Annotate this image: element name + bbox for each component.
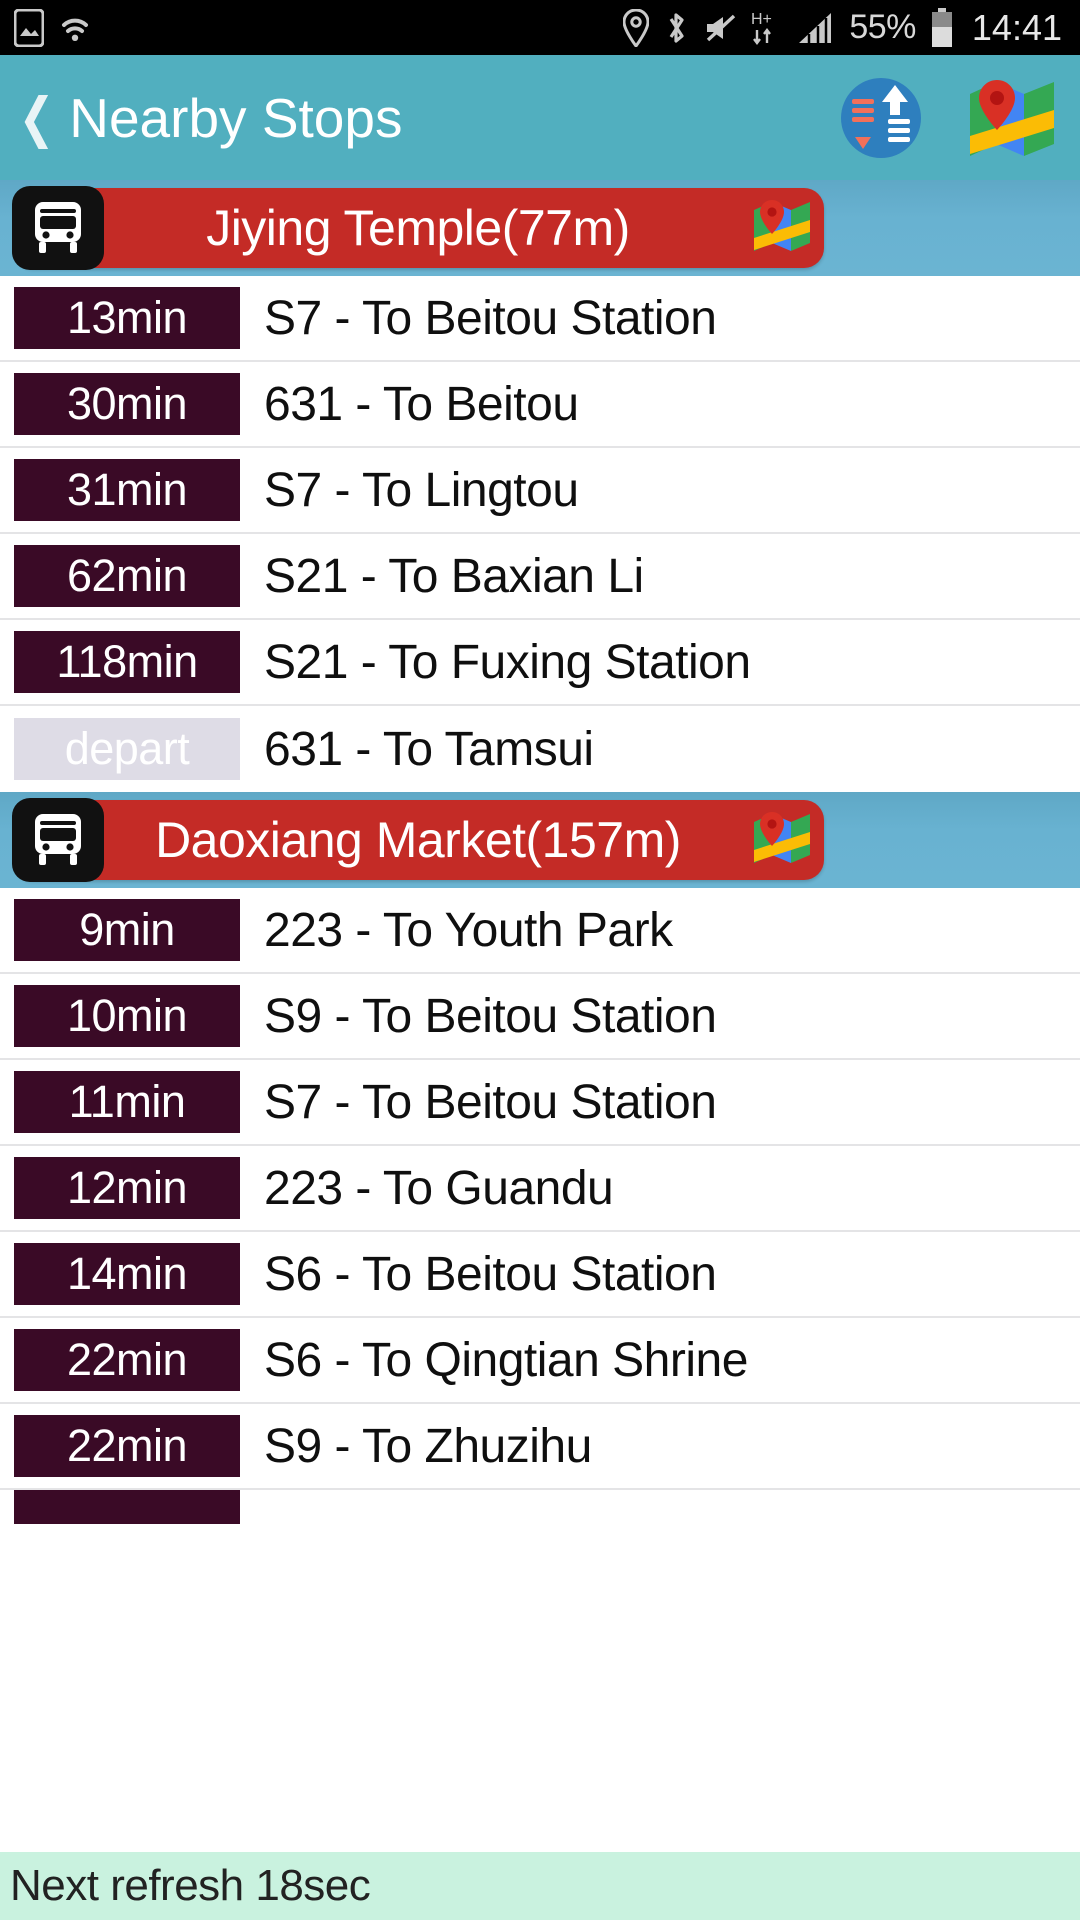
route-destination-label: S9 - To Beitou Station [264,989,717,1043]
map-icon[interactable] [970,78,1054,158]
arrival-row[interactable]: 12min 223 - To Guandu [0,1146,1080,1232]
stop-map-icon[interactable] [754,199,810,258]
arrival-time-badge [14,1490,240,1524]
arrival-time-badge: 62min [14,545,240,607]
battery-icon [930,7,954,48]
arrival-time-badge: 22min [14,1415,240,1477]
route-destination-label: S21 - To Baxian Li [264,549,644,603]
arrival-time-badge: 22min [14,1329,240,1391]
bus-icon [12,798,104,882]
stop-map-icon[interactable] [754,811,810,870]
svg-text:H+: H+ [751,11,772,28]
arrival-time-badge: 13min [14,287,240,349]
stop-group-header[interactable]: Daoxiang Market(157m) [0,792,1080,888]
location-pin-icon [623,8,650,47]
arrival-time-badge: depart [14,718,240,780]
status-bar-right-icons: H+ 55% 14:41 [623,7,1062,49]
arrival-time-badge: 11min [14,1071,240,1133]
route-destination-label: S7 - To Beitou Station [264,291,717,345]
arrival-row[interactable]: 30min 631 - To Beitou [0,362,1080,448]
arrival-time-badge: 9min [14,899,240,961]
route-destination-label: S6 - To Beitou Station [264,1247,717,1301]
app-bar-actions [838,75,1054,161]
refresh-status-bar: Next refresh 18sec [0,1852,1080,1920]
hplus-data-icon: H+ [751,8,783,48]
mute-icon [703,13,737,43]
screenshot-icon [14,8,44,47]
status-bar: H+ 55% 14:41 [0,0,1080,55]
route-destination-label: 631 - To Tamsui [264,722,594,776]
chevron-left-icon: ❮ [18,87,55,148]
arrival-row[interactable]: 10min S9 - To Beitou Station [0,974,1080,1060]
arrival-time-badge: 14min [14,1243,240,1305]
arrival-time-badge: 30min [14,373,240,435]
arrival-rows: 9min 223 - To Youth Park 10min S9 - To Be… [0,888,1080,1524]
arrival-time-badge: 10min [14,985,240,1047]
arrival-row[interactable]: 22min S6 - To Qingtian Shrine [0,1318,1080,1404]
back-button[interactable]: ❮ Nearby Stops [14,86,403,150]
arrival-row[interactable]: 14min S6 - To Beitou Station [0,1232,1080,1318]
route-destination-label: S21 - To Fuxing Station [264,635,751,689]
status-bar-left-icons [14,8,92,47]
page-title: Nearby Stops [69,86,403,149]
arrival-time-badge: 118min [14,631,240,693]
route-destination-label: 223 - To Youth Park [264,903,673,957]
arrival-row[interactable]: depart 631 - To Tamsui [0,706,1080,792]
arrival-rows: 13min S7 - To Beitou Station 30min 631 - … [0,276,1080,792]
app-screen: H+ 55% 14:41 ❮ Nearby Stops Jiying Templ… [0,0,1080,1920]
sort-updown-icon[interactable] [838,75,924,161]
stop-banner[interactable]: Daoxiang Market(157m) [12,798,824,882]
stops-list: Jiying Temple(77m) 13min S7 - To Beitou … [0,180,1080,1524]
arrival-time-badge: 31min [14,459,240,521]
arrival-row[interactable]: 9min 223 - To Youth Park [0,888,1080,974]
route-destination-label: 223 - To Guandu [264,1161,614,1215]
refresh-countdown-label: Next refresh 18sec [10,1861,371,1910]
route-destination-label: S6 - To Qingtian Shrine [264,1333,748,1387]
arrival-row[interactable]: 62min S21 - To Baxian Li [0,534,1080,620]
arrival-row[interactable]: 31min S7 - To Lingtou [0,448,1080,534]
arrival-row[interactable]: 13min S7 - To Beitou Station [0,276,1080,362]
route-destination-label: 631 - To Beitou [264,377,579,431]
bus-icon [12,186,104,270]
arrival-row[interactable] [0,1490,1080,1524]
arrival-time-badge: 12min [14,1157,240,1219]
stop-name-label: Daoxiang Market(157m) [155,812,681,868]
route-destination-label: S7 - To Beitou Station [264,1075,717,1129]
route-destination-label: S7 - To Lingtou [264,463,579,517]
arrival-row[interactable]: 118min S21 - To Fuxing Station [0,620,1080,706]
arrival-row[interactable]: 11min S7 - To Beitou Station [0,1060,1080,1146]
bluetooth-icon [663,10,689,46]
battery-percent-label: 55% [849,8,916,46]
signal-bars-icon [797,11,835,45]
stop-banner[interactable]: Jiying Temple(77m) [12,186,824,270]
status-bar-clock: 14:41 [971,6,1062,48]
wifi-icon [58,11,92,45]
stop-name-label: Jiying Temple(77m) [206,200,630,256]
stop-group-header[interactable]: Jiying Temple(77m) [0,180,1080,276]
arrival-row[interactable]: 22min S9 - To Zhuzihu [0,1404,1080,1490]
app-bar: ❮ Nearby Stops [0,55,1080,180]
route-destination-label: S9 - To Zhuzihu [264,1419,592,1473]
